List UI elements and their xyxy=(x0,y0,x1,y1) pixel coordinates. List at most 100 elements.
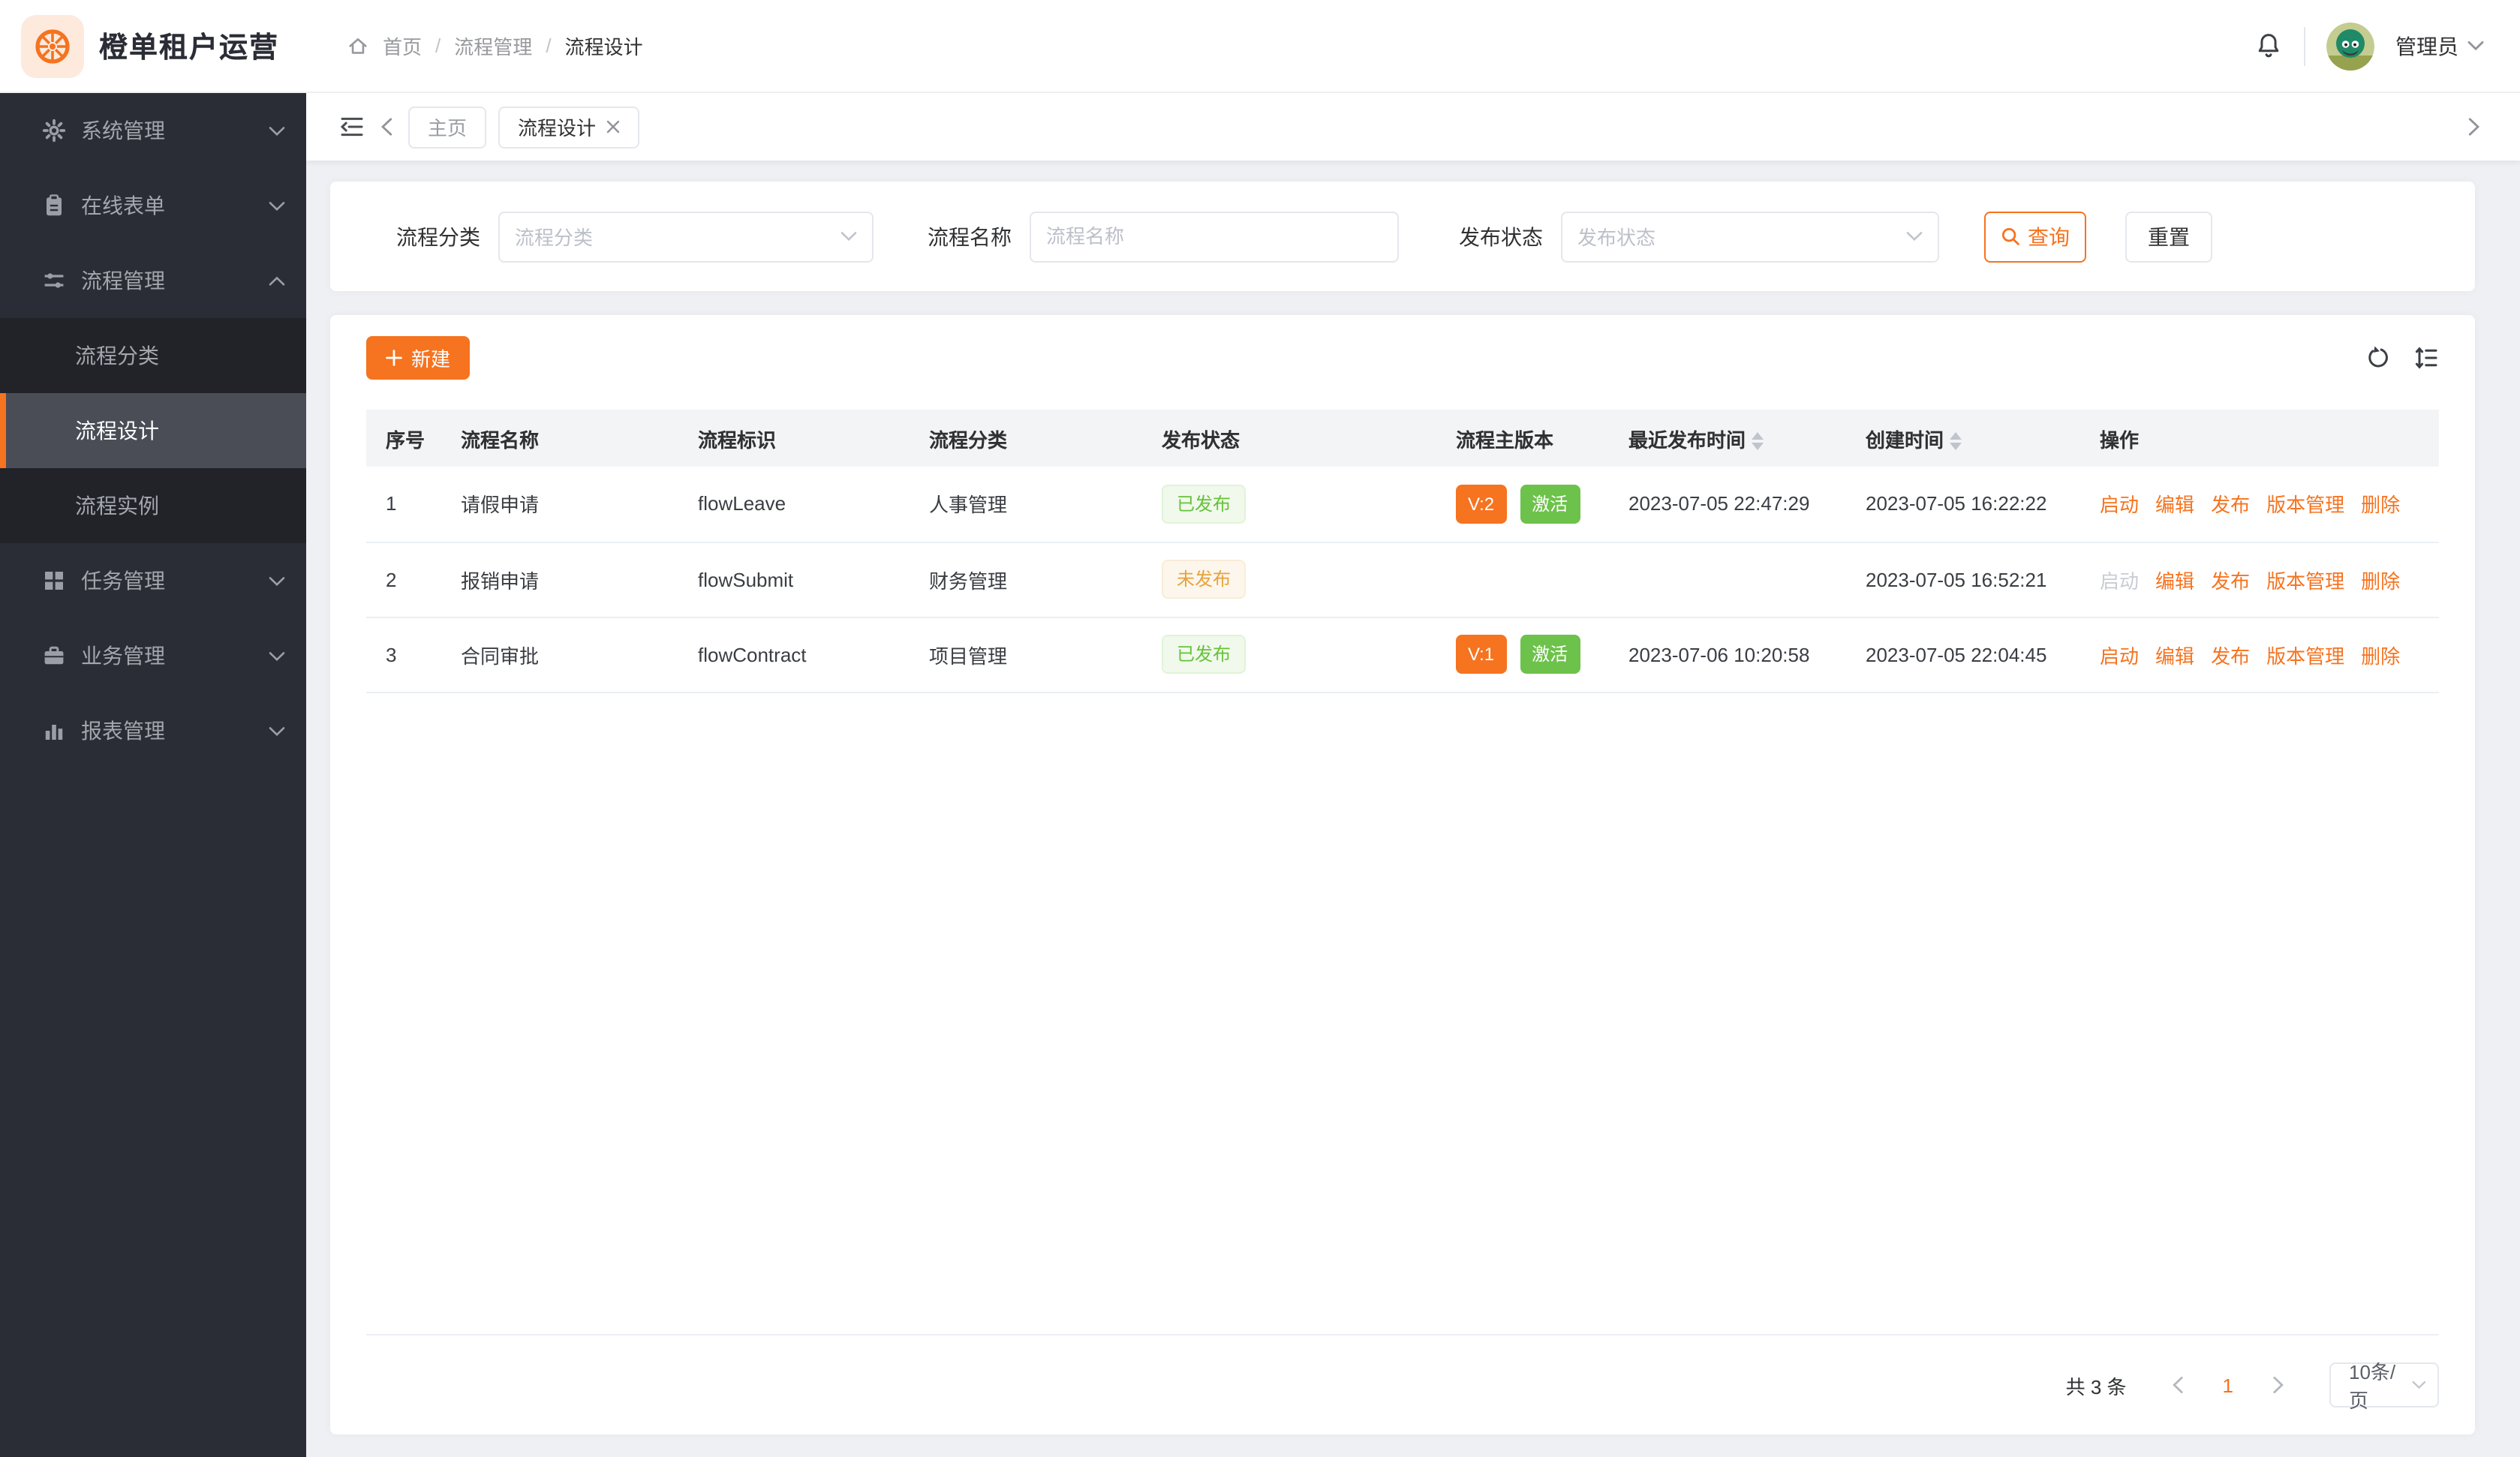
table-header-row: 序号 流程名称 流程标识 流程分类 发布状态 流程主版本 最近发布时间 创建时间 xyxy=(366,410,2439,467)
status-badge: 未发布 xyxy=(1162,560,1246,599)
create-button[interactable]: 新建 xyxy=(366,336,470,380)
close-icon[interactable] xyxy=(606,120,620,134)
start-link[interactable]: 启动 xyxy=(2100,569,2139,592)
col-flow-name: 流程名称 xyxy=(441,410,678,467)
cell-actions: 启动编辑发布版本管理删除 xyxy=(2080,542,2439,617)
flow-table: 序号 流程名称 流程标识 流程分类 发布状态 流程主版本 最近发布时间 创建时间 xyxy=(366,410,2439,692)
sidebar-item-task-mgmt[interactable]: 任务管理 xyxy=(0,543,306,618)
briefcase-icon xyxy=(42,644,68,668)
delete-link[interactable]: 删除 xyxy=(2361,644,2400,667)
edit-link[interactable]: 编辑 xyxy=(2155,494,2194,517)
prev-page-icon[interactable] xyxy=(2160,1376,2196,1394)
tabs-scroll-left-icon[interactable] xyxy=(380,117,393,137)
filter-category-label: 流程分类 xyxy=(396,221,480,251)
sidebar-item-flow-category[interactable]: 流程分类 xyxy=(0,318,306,393)
cell-actions: 启动编辑发布版本管理删除 xyxy=(2080,467,2439,542)
app-title: 橙单租户运营 xyxy=(99,26,279,66)
user-menu[interactable]: 管理员 xyxy=(2395,31,2484,61)
avatar[interactable] xyxy=(2326,22,2374,70)
create-button-label: 新建 xyxy=(411,344,450,372)
sort-carets-icon[interactable] xyxy=(1752,432,1764,450)
tab-label: 流程设计 xyxy=(518,113,596,141)
filter-panel: 流程分类 流程分类 流程名称 发布状态 发布状态 查询 重置 xyxy=(330,182,2475,291)
query-button-label: 查询 xyxy=(2028,221,2070,251)
tab-flow-design[interactable]: 流程设计 xyxy=(498,106,639,148)
pagination-total: 共 3 条 xyxy=(2066,1371,2127,1399)
cell-flow-key: flowLeave xyxy=(678,467,910,542)
cell-create-time: 2023-07-05 22:04:45 xyxy=(1846,617,2080,692)
flow-table-panel: 新建 xyxy=(330,315,2475,1434)
sidebar-item-label: 流程实例 xyxy=(75,491,159,521)
cell-flow-name: 请假申请 xyxy=(441,467,678,542)
page-size-select[interactable]: 10条/页 xyxy=(2329,1362,2439,1407)
cell-index: 2 xyxy=(366,542,441,617)
grid-icon xyxy=(42,569,68,593)
cell-publish-status: 未发布 xyxy=(1142,542,1436,617)
edit-link[interactable]: 编辑 xyxy=(2155,569,2194,592)
notification-bell-icon[interactable] xyxy=(2254,32,2283,60)
form-icon xyxy=(42,194,68,218)
sidebar-item-report-mgmt[interactable]: 报表管理 xyxy=(0,693,306,768)
publish-link[interactable]: 发布 xyxy=(2211,644,2250,667)
sidebar-item-label: 报表管理 xyxy=(81,716,165,746)
select-placeholder: 发布状态 xyxy=(1577,222,1655,251)
next-page-icon[interactable] xyxy=(2260,1376,2296,1394)
version-mgmt-link[interactable]: 版本管理 xyxy=(2266,644,2344,667)
sidebar-item-system[interactable]: 系统管理 xyxy=(0,93,306,168)
cell-actions: 启动编辑发布版本管理删除 xyxy=(2080,617,2439,692)
reset-button[interactable]: 重置 xyxy=(2125,211,2212,262)
breadcrumb-flow-mgmt[interactable]: 流程管理 xyxy=(454,32,532,60)
header-right: 管理员 xyxy=(2254,22,2520,70)
search-icon xyxy=(2001,227,2020,246)
orange-slice-icon xyxy=(33,26,72,65)
publish-link[interactable]: 发布 xyxy=(2211,569,2250,592)
user-name: 管理员 xyxy=(2395,31,2458,61)
page-size-label: 10条/页 xyxy=(2349,1356,2411,1413)
edit-link[interactable]: 编辑 xyxy=(2155,644,2194,667)
sidebar-item-label: 在线表单 xyxy=(81,191,165,221)
sort-carets-icon[interactable] xyxy=(1950,432,1962,450)
chevron-down-icon xyxy=(269,725,285,736)
version-mgmt-link[interactable]: 版本管理 xyxy=(2266,569,2344,592)
cell-flow-name: 报销申请 xyxy=(441,542,678,617)
refresh-icon[interactable] xyxy=(2365,345,2391,371)
tabs-scroll-right-icon[interactable] xyxy=(2467,117,2481,137)
filter-status-select[interactable]: 发布状态 xyxy=(1561,211,1939,262)
start-link[interactable]: 启动 xyxy=(2100,494,2139,517)
status-badge: 已发布 xyxy=(1162,635,1246,674)
sidebar-item-flow-design[interactable]: 流程设计 xyxy=(0,393,306,468)
sidebar-item-business-mgmt[interactable]: 业务管理 xyxy=(0,618,306,693)
filter-name-label: 流程名称 xyxy=(928,221,1012,251)
sidebar-item-online-forms[interactable]: 在线表单 xyxy=(0,168,306,243)
tab-home[interactable]: 主页 xyxy=(408,106,486,148)
filter-category-select[interactable]: 流程分类 xyxy=(498,211,874,262)
sidebar-item-label: 流程设计 xyxy=(75,416,159,446)
tab-bar: 主页 流程设计 xyxy=(306,93,2520,161)
pagination: 共 3 条 1 10条/页 xyxy=(330,1335,2475,1434)
page-number-current[interactable]: 1 xyxy=(2208,1374,2248,1396)
version-mgmt-link[interactable]: 版本管理 xyxy=(2266,494,2344,517)
sidebar-item-label: 业务管理 xyxy=(81,641,165,671)
top-header: 橙单租户运营 首页 / 流程管理 / 流程设计 xyxy=(0,0,2520,93)
chevron-down-icon xyxy=(269,125,285,136)
sidebar-item-flow-instance[interactable]: 流程实例 xyxy=(0,468,306,543)
start-link[interactable]: 启动 xyxy=(2100,644,2139,667)
breadcrumb-separator: / xyxy=(546,35,551,57)
col-label: 最近发布时间 xyxy=(1628,428,1746,451)
chevron-down-icon xyxy=(269,575,285,586)
chevron-up-icon xyxy=(269,275,285,286)
delete-link[interactable]: 删除 xyxy=(2361,569,2400,592)
col-index: 序号 xyxy=(366,410,441,467)
flow-name-input[interactable] xyxy=(1030,211,1399,262)
gear-icon xyxy=(42,119,68,143)
chevron-down-icon xyxy=(2411,1380,2425,1389)
collapse-menu-icon[interactable] xyxy=(339,116,365,138)
plus-icon xyxy=(386,350,402,366)
column-settings-icon[interactable] xyxy=(2413,345,2439,371)
breadcrumb-home[interactable]: 首页 xyxy=(383,32,422,60)
sidebar-item-label: 任务管理 xyxy=(81,566,165,596)
publish-link[interactable]: 发布 xyxy=(2211,494,2250,517)
query-button[interactable]: 查询 xyxy=(1984,211,2086,262)
sidebar-item-flow-mgmt[interactable]: 流程管理 xyxy=(0,243,306,318)
delete-link[interactable]: 删除 xyxy=(2361,494,2400,517)
